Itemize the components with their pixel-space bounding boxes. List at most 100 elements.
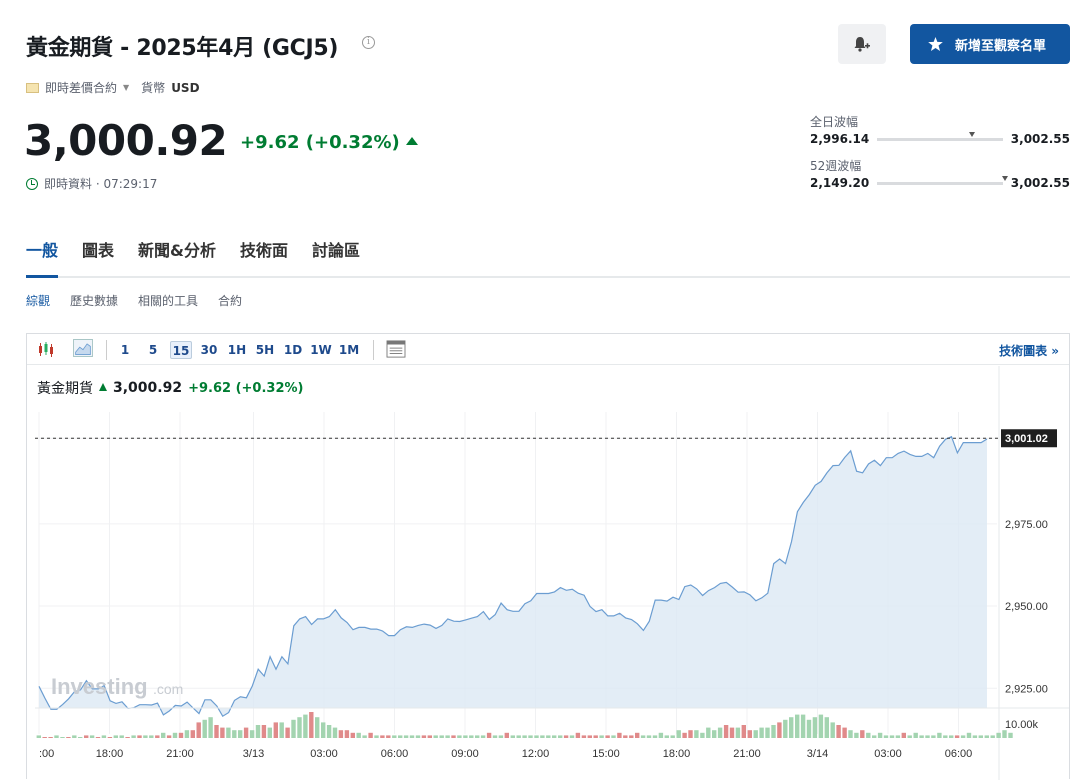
tab-technical[interactable]: 技術面 <box>240 240 288 278</box>
volume-bar <box>220 727 225 738</box>
volume-bar <box>712 730 717 738</box>
volume-bar <box>172 732 178 738</box>
volume-bar <box>883 735 889 738</box>
tab-general[interactable]: 一般 <box>26 240 59 278</box>
volume-bar <box>676 730 681 738</box>
volume-bar <box>652 735 658 738</box>
volume-bar <box>208 717 213 738</box>
volume-bar <box>800 714 806 738</box>
volume-bar <box>415 735 421 738</box>
volume-bar <box>895 735 901 738</box>
volume-bar <box>475 735 480 738</box>
volume-bar <box>184 730 190 738</box>
x-tick-label: 03:00 <box>310 748 338 760</box>
volume-bar <box>717 727 723 738</box>
week52-range-bar <box>877 175 1008 185</box>
volume-bar <box>901 732 906 738</box>
volume-bar <box>149 735 154 738</box>
subtab-contracts[interactable]: 合約 <box>218 292 242 309</box>
volume-bar <box>143 735 148 738</box>
volume-bar <box>238 730 243 738</box>
x-tick-label: 18:00 <box>96 748 124 760</box>
volume-bar <box>196 722 201 738</box>
tab-news-analysis[interactable]: 新聞&分析 <box>138 240 216 278</box>
volume-bar <box>42 737 47 738</box>
x-tick-label: 3/14 <box>807 748 828 760</box>
investing-watermark: .com <box>153 681 183 697</box>
volume-bar <box>759 727 764 738</box>
volume-bar <box>72 735 77 738</box>
volume-bar <box>504 732 509 738</box>
price-chart[interactable]: Investing .com 3,001.02 2,975.00 2,950.00 2,9… <box>27 334 1069 780</box>
x-tick-label: 06:00 <box>945 748 973 760</box>
volume-bar <box>1008 732 1013 738</box>
volume-bar <box>949 735 954 738</box>
volume-axis-label: 10.00k <box>1005 719 1039 731</box>
x-tick-label: 21:00 <box>166 748 194 760</box>
volume-bar <box>842 727 847 738</box>
volume-bar <box>439 735 444 738</box>
volume-bar <box>670 735 675 738</box>
volume-bar <box>101 735 107 738</box>
info-icon[interactable]: i <box>362 36 375 49</box>
volume-bar <box>36 735 41 738</box>
x-tick-label: 09:00 <box>451 748 479 760</box>
y-tick-label: 2,950.00 <box>1005 601 1048 613</box>
volume-bar <box>54 735 59 738</box>
volume-bar <box>137 735 142 738</box>
y-tick-label: 3,001.02 <box>1005 433 1048 445</box>
main-tabs: 一般 圖表 新聞&分析 技術面 討論區 <box>26 240 1070 278</box>
y-tick-label: 2,925.00 <box>1005 683 1048 695</box>
price-change: +9.62 (+0.32%) <box>240 132 400 153</box>
investing-watermark: Investing <box>51 674 148 699</box>
volume-bar <box>931 735 936 738</box>
volume-bar <box>723 725 729 738</box>
volume-bar <box>285 727 290 738</box>
volume-bar <box>291 719 296 738</box>
volume-bar <box>315 717 320 738</box>
subtab-related-instruments[interactable]: 相關的工具 <box>138 292 198 309</box>
caret-down-icon[interactable]: ▼ <box>123 83 129 92</box>
volume-bar <box>954 735 960 738</box>
contract-type[interactable]: 即時差價合約 <box>45 79 117 96</box>
sub-tabs: 綜觀 歷史數據 相關的工具 合約 <box>26 292 242 309</box>
volume-bar <box>688 730 693 738</box>
volume-bar <box>735 727 741 738</box>
tab-chart[interactable]: 圖表 <box>82 240 114 278</box>
page-title: 黃金期貨 - 2025年4月 (GCJ5) <box>26 36 339 61</box>
volume-bar <box>279 722 284 738</box>
volume-bar <box>243 727 249 738</box>
volume-bar <box>498 735 504 738</box>
volume-bar <box>309 712 314 738</box>
volume-bar <box>966 732 972 738</box>
volume-bar <box>89 735 95 738</box>
volume-bar <box>60 737 65 738</box>
volume-bar <box>297 717 302 738</box>
volume-bar <box>611 735 616 738</box>
volume-bar <box>516 735 521 738</box>
bell-plus-icon <box>854 37 870 52</box>
volume-bar <box>356 732 361 738</box>
alert-button[interactable] <box>838 24 886 64</box>
volume-bar <box>872 735 877 738</box>
volume-bar <box>350 732 355 738</box>
day-range-marker <box>968 131 975 137</box>
volume-bar <box>267 727 272 738</box>
subtab-overview[interactable]: 綜觀 <box>26 292 50 309</box>
volume-bar <box>830 722 835 738</box>
volume-bar <box>249 730 255 738</box>
tab-forum[interactable]: 討論區 <box>312 240 360 278</box>
volume-bar <box>451 735 456 738</box>
x-tick-label: 3/13 <box>243 748 264 760</box>
volume-bar <box>107 737 113 738</box>
subtab-historical-data[interactable]: 歷史數據 <box>70 292 118 309</box>
volume-bar <box>753 730 758 738</box>
volume-bar <box>629 735 634 738</box>
week52-range-low: 2,149.20 <box>810 176 870 190</box>
volume-bar <box>599 735 604 738</box>
volume-bar <box>783 719 788 738</box>
volume-bar <box>877 732 883 738</box>
add-to-watchlist-button[interactable]: 新增至觀察名單 <box>910 24 1070 64</box>
x-tick-label: 12:00 <box>522 748 550 760</box>
volume-bar <box>854 732 859 738</box>
